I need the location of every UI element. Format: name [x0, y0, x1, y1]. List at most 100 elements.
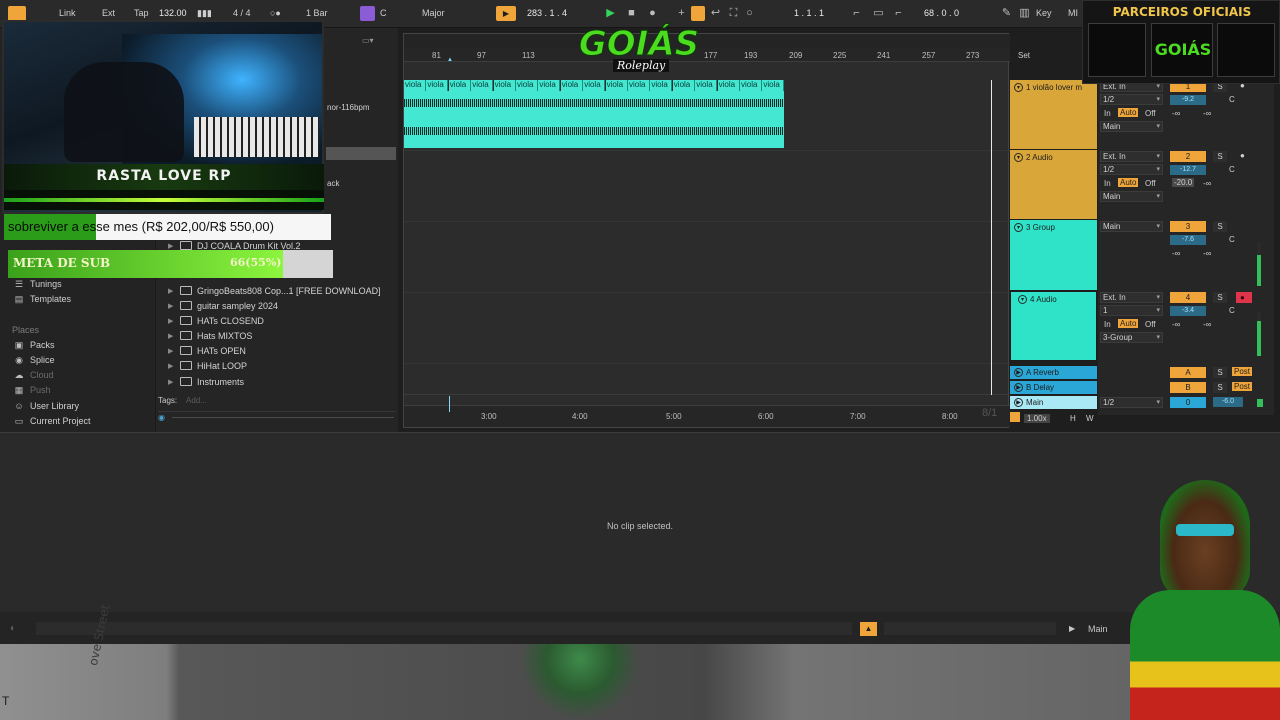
preview-icon[interactable]: ◉ [158, 413, 165, 422]
midi-map-button[interactable]: MI [1068, 8, 1078, 18]
draw-mode-icon[interactable]: ✎ [1000, 7, 1013, 20]
track-name[interactable]: 1 violão lover m [1026, 83, 1082, 92]
track-activator[interactable]: 3 [1170, 221, 1206, 232]
punch-in-icon[interactable]: ⌐ [850, 7, 863, 20]
return-lanes[interactable] [404, 365, 1010, 395]
browser-selected-row[interactable] [326, 147, 396, 160]
monitor-auto-button[interactable]: Auto [1118, 319, 1139, 328]
set-button[interactable]: Set [1018, 51, 1030, 60]
return-header-b[interactable]: ▶ B Delay [1010, 381, 1097, 394]
stop-icon[interactable]: ■ [625, 7, 638, 20]
clip-label[interactable]: viola [448, 80, 471, 91]
input-type-select[interactable]: Ext. In [1100, 292, 1163, 303]
place-splice[interactable]: ◉ Splice [14, 355, 54, 365]
ext-button[interactable]: Ext [102, 8, 115, 18]
send-a[interactable]: -∞ [1172, 249, 1180, 258]
output-select[interactable]: 3-Group [1100, 332, 1163, 343]
fold-icon[interactable]: ▾ [1014, 83, 1023, 92]
w-button[interactable]: W [1086, 414, 1094, 423]
track-name[interactable]: 2 Audio [1026, 153, 1053, 162]
expand-icon[interactable]: ▶ [168, 317, 180, 325]
clip-label[interactable]: viola [717, 80, 740, 91]
input-type-select[interactable]: Ext. In [1100, 151, 1163, 162]
track-name[interactable]: 3 Group [1026, 223, 1055, 232]
expand-clip-view-icon[interactable]: ▲ [860, 622, 877, 636]
volume-field[interactable]: -3.4 [1170, 306, 1206, 316]
folder-row[interactable]: ▶ Hats MIXTOS [168, 328, 396, 343]
loop-icon[interactable]: ○ [743, 7, 756, 20]
volume-field[interactable]: -12.7 [1170, 165, 1206, 175]
punch-out-icon[interactable]: ⌐ [892, 7, 905, 20]
solo-button[interactable]: S [1213, 292, 1227, 303]
track-header-3[interactable]: ▾ 3 Group [1010, 220, 1097, 290]
overdub-icon[interactable]: + [675, 7, 688, 20]
clip-label[interactable]: viola [516, 80, 538, 91]
send-b[interactable]: -∞ [1203, 249, 1211, 258]
monitor-in-button[interactable]: In [1104, 179, 1111, 188]
fold-icon[interactable]: ▾ [1018, 295, 1027, 304]
track-header-2[interactable]: ▾ 2 Audio [1010, 150, 1097, 219]
tags-input[interactable]: Add... [186, 396, 207, 405]
track-header-4[interactable]: ▾ 4 Audio [1010, 291, 1097, 361]
preview-bar[interactable]: ◉ [158, 411, 396, 423]
track-name[interactable]: Main [1026, 398, 1043, 407]
pan-field[interactable]: C [1229, 306, 1235, 315]
clip-label[interactable]: viola [628, 80, 650, 91]
key-map-button[interactable]: Key [1036, 8, 1052, 18]
solo-button[interactable]: S [1213, 367, 1227, 378]
folder-row[interactable]: ▶ HiHat LOOP [168, 358, 396, 373]
time-ruler[interactable]: 3:00 4:00 5:00 6:00 7:00 8:00 8/1 [404, 396, 1010, 427]
return-activator[interactable]: B [1170, 382, 1206, 393]
place-current-project[interactable]: ▭ Current Project [14, 416, 91, 426]
overview-bar[interactable] [404, 34, 1010, 48]
expand-icon[interactable]: ▶ [168, 287, 180, 295]
time-signature-field[interactable]: 4 / 4 [233, 8, 251, 18]
clip-label[interactable]: viola [538, 80, 561, 91]
tap-button[interactable]: Tap [134, 8, 149, 18]
automation-arm-icon[interactable] [691, 6, 705, 21]
folder-row[interactable]: ▶ HATs OPEN [168, 343, 396, 358]
monitor-in-button[interactable]: In [1104, 320, 1111, 329]
view-toggle-icon[interactable] [8, 6, 26, 21]
play-icon[interactable]: ▶ [1014, 383, 1023, 392]
beat-ruler[interactable]: 81 97 113 177 193 209 225 241 257 273 ▲ [404, 48, 1010, 63]
track-lane-3[interactable] [404, 222, 1010, 293]
monitor-auto-button[interactable]: Auto [1118, 178, 1139, 187]
expand-icon[interactable]: ▶ [168, 362, 180, 370]
track-name[interactable]: A Reverb [1026, 368, 1059, 377]
expand-icon[interactable]: ▶ [168, 302, 180, 310]
clip-label[interactable]: viola [740, 80, 762, 91]
loop-length-field[interactable]: 68 . 0 . 0 [924, 8, 959, 18]
track-activator[interactable]: 2 [1170, 151, 1206, 162]
clip-label[interactable]: viola [605, 80, 628, 91]
clip-label[interactable]: viola [560, 80, 583, 91]
clip-label[interactable]: viola [650, 80, 673, 91]
back-to-arrangement-icon[interactable]: ↩ [709, 7, 722, 20]
pan-field[interactable]: C [1229, 165, 1235, 174]
scale-select[interactable]: Major [422, 8, 445, 18]
track-lane-2[interactable] [404, 151, 1010, 222]
tempo-field[interactable]: 132.00 [159, 8, 187, 18]
main-output-label[interactable]: Main [1088, 624, 1108, 634]
arm-icon[interactable]: ● [1240, 151, 1245, 160]
input-channel-select[interactable]: 1/2 [1100, 94, 1163, 105]
main-header[interactable]: ▶ Main [1010, 396, 1097, 409]
info-icon[interactable]: ◐ [10, 623, 16, 634]
output-select[interactable]: Main [1100, 191, 1163, 202]
return-activator[interactable]: A [1170, 367, 1206, 378]
browser-item-partial[interactable]: nor-116bpm [327, 103, 370, 112]
place-packs[interactable]: ▣ Packs [14, 340, 55, 350]
fold-icon[interactable]: ▾ [1014, 153, 1023, 162]
post-button[interactable]: Post [1232, 367, 1253, 376]
send-a[interactable]: -20.0 [1172, 178, 1195, 187]
track-activator[interactable]: 4 [1170, 292, 1206, 303]
key-map-icon[interactable]: ▥ [1018, 7, 1031, 20]
expand-icon[interactable]: ▶ [168, 347, 180, 355]
send-b[interactable]: -∞ [1203, 179, 1211, 188]
monitor-off-button[interactable]: Off [1145, 179, 1156, 188]
output-select[interactable]: Main [1100, 121, 1163, 132]
monitor-off-button[interactable]: Off [1145, 320, 1156, 329]
main-play-icon[interactable]: ▶ [1069, 624, 1075, 633]
main-channel-select[interactable]: 1/2 [1100, 397, 1163, 408]
clip-label[interactable]: viola [404, 80, 426, 91]
